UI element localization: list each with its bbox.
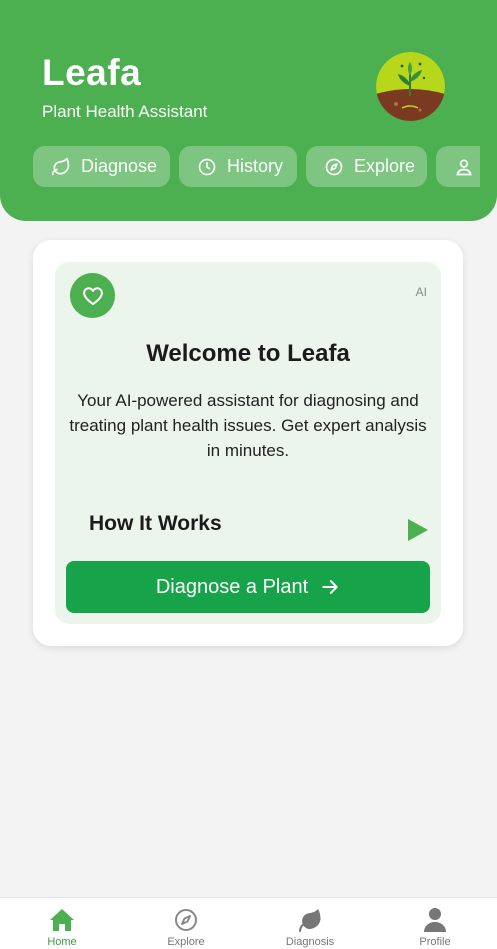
bottom-tab-label: Home	[47, 936, 77, 948]
how-it-works-heading[interactable]: How It Works	[89, 512, 222, 536]
bottom-tab-diagnosis[interactable]: Diagnosis	[248, 898, 372, 949]
welcome-card: AI Welcome to Leafa Your AI-powered assi…	[33, 240, 463, 646]
home-icon	[50, 909, 74, 931]
play-icon[interactable]	[407, 518, 429, 542]
app-title: Leafa	[42, 52, 142, 93]
nav-pill-profile[interactable]	[436, 146, 480, 187]
bottom-tab-label: Diagnosis	[285, 936, 335, 948]
bottom-tab-label: Explore	[167, 936, 205, 948]
nav-pill-label: History	[227, 156, 284, 176]
bottom-nav: Home Explore Diagnosis Profile	[0, 897, 497, 949]
app-logo	[376, 52, 445, 121]
app-subtitle: Plant Health Assistant	[42, 102, 208, 121]
ai-badge: AI	[415, 285, 427, 299]
welcome-title: Welcome to Leafa	[146, 340, 350, 367]
quick-nav: Diagnose History Explore	[33, 146, 480, 188]
nav-pill-label: Diagnose	[81, 156, 158, 176]
nav-pill-label: Explore	[354, 156, 416, 176]
leaf-icon	[299, 909, 321, 932]
nav-pill-explore[interactable]: Explore	[306, 146, 427, 187]
heart-icon	[82, 286, 103, 305]
bottom-tab-home[interactable]: Home	[0, 898, 124, 949]
leaf-icon	[51, 157, 70, 175]
bottom-tab-explore[interactable]: Explore	[124, 898, 248, 949]
clock-icon	[198, 158, 216, 175]
compass-icon	[175, 909, 197, 931]
arrow-right-icon	[322, 580, 338, 594]
compass-icon	[325, 158, 343, 175]
user-icon	[424, 908, 446, 932]
diagnose-plant-button[interactable]: Diagnose a Plant	[66, 561, 430, 613]
diagnose-plant-label: Diagnose a Plant	[155, 575, 309, 598]
bottom-tab-profile[interactable]: Profile	[373, 898, 497, 949]
user-icon	[456, 159, 472, 175]
bottom-tab-label: Profile	[419, 936, 451, 948]
welcome-description: Your AI-powered assistant for diagnosing…	[69, 391, 427, 460]
heart-badge	[70, 273, 115, 318]
welcome-panel: AI Welcome to Leafa Your AI-powered assi…	[55, 262, 441, 624]
app-header: Leafa Plant Health Assistant Diagnose Hi…	[0, 0, 497, 221]
nav-pill-diagnose[interactable]: Diagnose	[33, 146, 170, 187]
nav-pill-history[interactable]: History	[179, 146, 297, 187]
